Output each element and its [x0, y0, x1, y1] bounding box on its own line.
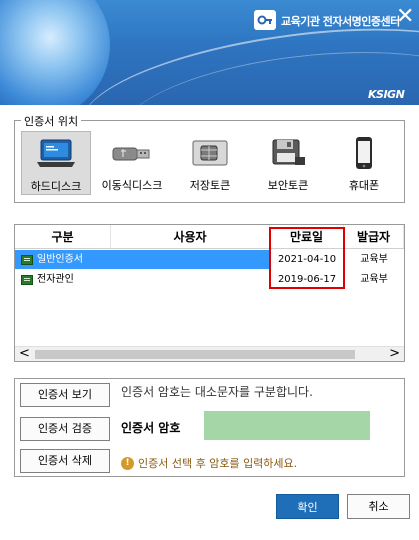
location-label: 보안토큰 [267, 179, 309, 192]
ok-button[interactable]: 확인 [276, 494, 339, 519]
globe-graphic [0, 0, 110, 105]
column-header-type[interactable]: 구분 [15, 225, 111, 248]
password-panel: 인증서 보기 인증서 검증 인증서 삭제 인증서 암호는 대소문자를 구분합니다… [14, 378, 405, 477]
location-storage-token[interactable]: 저장토큰 [175, 131, 245, 195]
location-label: 휴대폰 [348, 179, 380, 192]
scroll-right-arrow[interactable]: > [389, 347, 400, 361]
table-header: 구분 사용자 만료일 발급자 [15, 225, 404, 249]
cancel-button[interactable]: 취소 [347, 494, 410, 519]
certificate-table: 구분 사용자 만료일 발급자 일반인증서 2021-04-10 교육부 전자관인… [14, 224, 405, 362]
certificate-icon [21, 254, 33, 265]
mobile-phone-icon [342, 135, 386, 171]
location-removable-disk[interactable]: 이동식디스크 [97, 131, 167, 195]
security-token-icon [266, 135, 310, 171]
view-certificate-button[interactable]: 인증서 보기 [20, 383, 110, 407]
cert-issuer: 교육부 [360, 274, 388, 285]
usb-drive-icon [110, 135, 154, 171]
close-button[interactable]: ✕ [396, 6, 414, 28]
cert-user [111, 270, 270, 289]
column-header-user[interactable]: 사용자 [111, 225, 270, 248]
window-title: 교육기관 전자서명인증센터 [281, 15, 400, 28]
location-hard-disk[interactable]: 하드디스크 [21, 131, 91, 195]
cert-type: 일반인증서 [37, 254, 83, 265]
password-input[interactable] [204, 411, 370, 440]
table-row[interactable]: 전자관인 2019-06-17 교육부 [15, 270, 404, 289]
password-label: 인증서 암호 [121, 421, 181, 435]
expiry-highlight-box [269, 227, 345, 289]
password-warning: ! 인증서 선택 후 암호를 입력하세요. [121, 455, 297, 471]
cert-user [111, 250, 270, 269]
scroll-left-arrow[interactable]: < [19, 347, 30, 361]
scrollbar-thumb[interactable] [35, 350, 355, 359]
delete-certificate-button[interactable]: 인증서 삭제 [20, 449, 110, 473]
laptop-icon [34, 136, 78, 172]
verify-certificate-button[interactable]: 인증서 검증 [20, 417, 110, 441]
case-sensitivity-notice: 인증서 암호는 대소문자를 구분합니다. [121, 385, 313, 399]
location-legend: 인증서 위치 [21, 113, 82, 129]
horizontal-scrollbar[interactable]: < > [15, 346, 404, 361]
location-mobile-phone[interactable]: 휴대폰 [329, 131, 399, 195]
warning-text: 인증서 선택 후 암호를 입력하세요. [138, 457, 298, 470]
location-security-token[interactable]: 보안토큰 [253, 131, 323, 195]
warning-icon: ! [121, 456, 134, 470]
location-label: 이동식디스크 [101, 179, 163, 192]
brand-logo: KSIGN [368, 88, 405, 101]
table-row[interactable]: 일반인증서 2021-04-10 교육부 [15, 250, 404, 269]
location-label: 하드디스크 [30, 180, 82, 193]
header-banner: 교육기관 전자서명인증센터 ✕ KSIGN [0, 0, 419, 105]
cert-type: 전자관인 [37, 274, 74, 285]
certificate-icon [21, 274, 33, 285]
chip-token-icon [188, 135, 232, 171]
column-header-issuer[interactable]: 발급자 [344, 225, 404, 248]
key-icon [254, 10, 276, 30]
certificate-location-group: 인증서 위치 하드디스크 이동식디스크 저장토큰 보안토큰 휴대폰 [14, 113, 405, 203]
cert-issuer: 교육부 [344, 250, 404, 269]
location-label: 저장토큰 [189, 179, 231, 192]
